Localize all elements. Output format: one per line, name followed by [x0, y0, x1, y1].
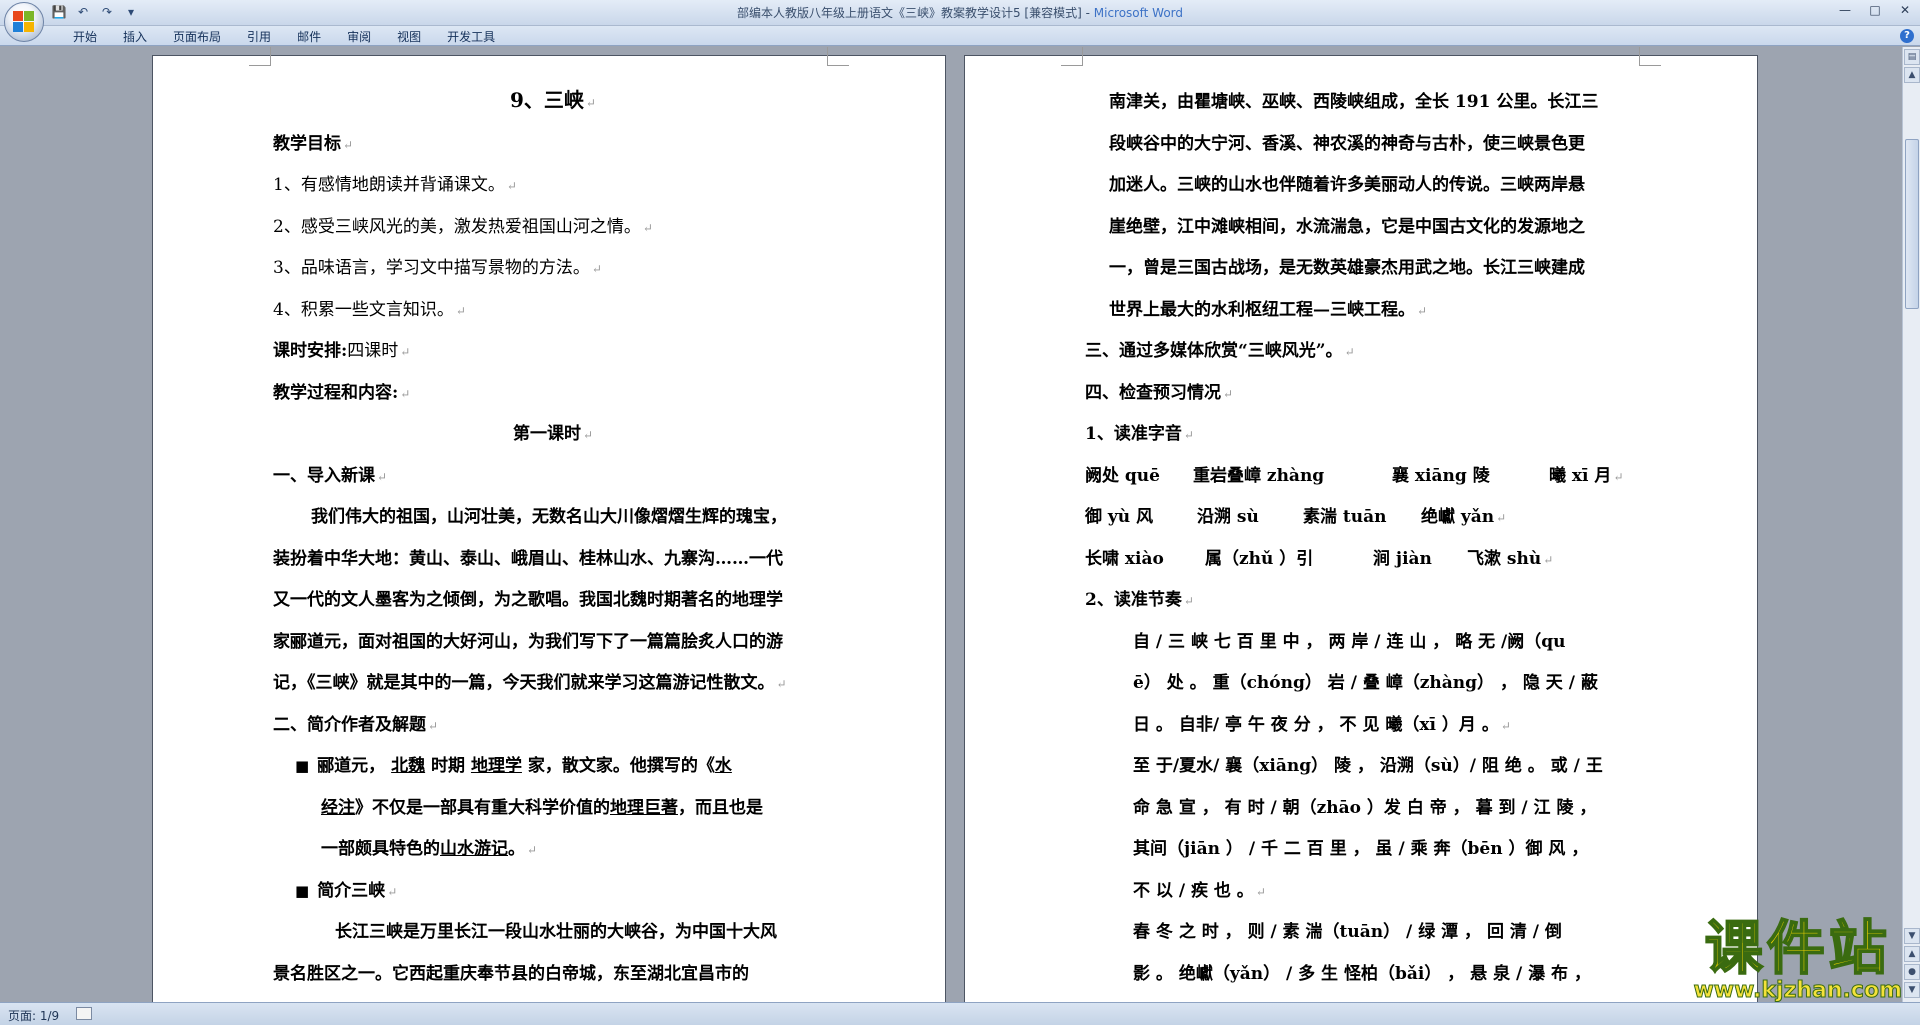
section-heading: 三、通过多媒体欣赏“三峡风光”。 ↵ [1085, 341, 1355, 361]
rhythm-line: 命 急 宣 ， 有 时 / 朝（zhāo ）发 白 帝 ， 暮 到 / 江 陵 … [1133, 798, 1597, 818]
tab-home[interactable]: 开始 [60, 29, 110, 45]
rhythm-line: 不 以 / 疾 也 。 ↵ [1133, 881, 1266, 901]
watermark-logo: 课件站 www.kjzhan.com [1693, 914, 1903, 1003]
paragraph-line: 我们伟大的祖国，山河壮美，无数名山大川像熠熠生辉的瑰宝， [311, 507, 787, 527]
title-bar: 💾 ↶ ↷ ▾ 部编本人教版八年级上册语文《三峡》教案教学设计5 [兼容模式] … [0, 0, 1920, 26]
paragraph-line: 一，曾是三国古战场，是无数英雄豪杰用武之地。长江三峡建成 [1109, 258, 1585, 278]
scroll-down-icon[interactable]: ▼ [1904, 928, 1920, 944]
crop-mark [1639, 47, 1661, 66]
paragraph-line: 段峡谷中的大宁河、香溪、神农溪的神奇与古朴，使三峡景色更 [1109, 134, 1585, 154]
lesson-heading: 第一课时 ↵ [512, 424, 594, 444]
status-bar: 页面: 1/9 [0, 1002, 1920, 1025]
previous-page-icon[interactable]: ▲ [1904, 946, 1920, 962]
paragraph-line: 景名胜区之一。它西起重庆奉节县的白帝城，东至湖北宜昌市的 [273, 964, 749, 984]
rhythm-line: 日 。 自非/ 亭 午 夜 分 ， 不 见 曦（xī ）月 。 ↵ [1133, 715, 1511, 735]
tab-mailings[interactable]: 邮件 [284, 29, 334, 45]
pronunciation-item: 襄 xiāng 陵 [1392, 466, 1490, 486]
document-title: 部编本人教版八年级上册语文《三峡》教案教学设计5 [兼容模式] [736, 6, 1082, 20]
goal-item: 2、感受三峡风光的美，激发热爱祖国山河之情。 ↵ [273, 217, 653, 237]
section-heading: 一、导入新课 ↵ [273, 466, 388, 486]
tab-review[interactable]: 审阅 [334, 29, 384, 45]
pronunciation-item: 曦 xī 月 ↵ [1549, 466, 1624, 486]
page-1[interactable]: 9、三峡 ↵ 教学目标 ↵ 1、有感情地朗读并背诵课文。 ↵ 2、感受三峡风光的美，激… [152, 47, 946, 1002]
title-separator: - [1081, 6, 1094, 20]
paragraph-line: 加迷人。三峡的山水也伴随着许多美丽动人的传说。三峡两岸悬 [1109, 175, 1585, 195]
pronunciation-item: 重岩叠嶂 zhàng [1193, 466, 1325, 486]
goal-item: 3、品味语言，学习文中描写景物的方法。 ↵ [273, 258, 602, 278]
close-icon[interactable]: ✕ [1890, 0, 1920, 20]
goal-item: 1、有感情地朗读并背诵课文。 ↵ [273, 175, 517, 195]
watermark-title: 课件站 [1704, 914, 1891, 982]
vertical-scrollbar[interactable]: ▤ ▲ ▼ ▲ ● ▼ [1902, 47, 1920, 1002]
bullet-icon: ■ [295, 757, 310, 775]
document-workspace: 9、三峡 ↵ 教学目标 ↵ 1、有感情地朗读并背诵课文。 ↵ 2、感受三峡风光的美，激… [0, 47, 1902, 1002]
paragraph-line: 记，《三峡》就是其中的一篇，今天我们就来学习这篇游记性散文。 ↵ [273, 673, 787, 693]
goals-heading: 教学目标 ↵ [273, 134, 354, 154]
pronunciation-item: 属（zhǔ ）引 [1205, 549, 1314, 569]
pronunciation-item: 绝巘 yǎn ↵ [1421, 507, 1507, 527]
tab-references[interactable]: 引用 [234, 29, 284, 45]
page-number-indicator[interactable]: 页面: 1/9 [8, 1007, 59, 1024]
office-logo-icon [13, 11, 35, 33]
subsection-heading: 1、读准字音 ↵ [1085, 424, 1194, 444]
minimize-icon[interactable]: — [1830, 0, 1860, 20]
crop-mark [827, 47, 849, 66]
crop-mark [249, 47, 271, 66]
macro-record-icon[interactable] [76, 1007, 92, 1020]
browse-object-icon[interactable]: ● [1904, 964, 1920, 980]
section-heading: 二、简介作者及解题 ↵ [273, 715, 439, 735]
app-name: Microsoft Word [1093, 6, 1184, 20]
bullet-icon: ■ [295, 882, 310, 900]
schedule-line: 课时安排:四课时 ↵ [273, 341, 411, 361]
rhythm-line: ē） 处 。 重（chóng） 岩 / 叠 嶂（zhàng） ， 隐 天 / 蔽 [1133, 673, 1598, 693]
ribbon-tabs: 开始 插入 页面布局 引用 邮件 审阅 视图 开发工具 [60, 29, 508, 45]
crop-mark [1061, 47, 1083, 66]
tab-developer[interactable]: 开发工具 [434, 29, 508, 45]
rhythm-line: 影 。 绝巘（yǎn） / 多 生 怪柏（bǎi） ， 悬 泉 / 瀑 布 ， [1133, 964, 1591, 984]
window-controls: — □ ✕ [1830, 0, 1920, 20]
watermark-url: www.kjzhan.com [1693, 978, 1903, 1003]
tab-insert[interactable]: 插入 [110, 29, 160, 45]
tab-view[interactable]: 视图 [384, 29, 434, 45]
next-page-icon[interactable]: ▼ [1904, 982, 1920, 998]
rhythm-line: 自 / 三 峡 七 百 里 中 ， 两 岸 / 连 山 ， 略 无 /阙（qu [1133, 632, 1566, 652]
ribbon: 开始 插入 页面布局 引用 邮件 审阅 视图 开发工具 ? [0, 26, 1920, 46]
paragraph-line: 经注》不仅是一部具有重大科学价值的地理巨著，而且也是 [321, 798, 763, 818]
page-2[interactable]: 南津关，由瞿塘峡、巫峡、西陵峡组成，全长 191 公里。长江三 段峡谷中的大宁河… [964, 47, 1758, 1002]
section-heading: 四、检查预习情况 ↵ [1085, 383, 1234, 403]
paragraph-line: 南津关，由瞿塘峡、巫峡、西陵峡组成，全长 191 公里。长江三 [1109, 92, 1599, 112]
paragraph-line: 又一代的文人墨客为之倾倒，为之歌唱。我国北魏时期著名的地理学 [273, 590, 783, 610]
pronunciation-item: 御 yù 风 [1085, 507, 1154, 527]
scrollbar-thumb[interactable] [1905, 139, 1919, 309]
bullet-author: ■ 郦道元， 北魏 时期 地理学 家，散文家。他撰写的《水 [295, 756, 732, 776]
window-title: 部编本人教版八年级上册语文《三峡》教案教学设计5 [兼容模式] - Micros… [0, 4, 1920, 21]
process-heading: 教学过程和内容: ↵ [273, 383, 411, 403]
rhythm-line: 其间（jiān ） / 千 二 百 里 ， 虽 / 乘 奔（bēn ）御 风 ， [1133, 839, 1589, 859]
ruler-toggle-icon[interactable]: ▤ [1904, 49, 1920, 65]
pronunciation-item: 涧 jiàn [1373, 549, 1432, 569]
scroll-up-icon[interactable]: ▲ [1904, 67, 1920, 83]
office-button[interactable] [4, 2, 44, 42]
goal-item: 4、积累一些文言知识。 ↵ [273, 300, 466, 320]
paragraph-line: 崖绝壁，江中滩峡相间，水流湍急，它是中国古文化的发源地之 [1109, 217, 1585, 237]
paragraph-line: 长江三峡是万里长江一段山水壮丽的大峡谷，为中国十大风 [335, 922, 777, 942]
pronunciation-item: 素湍 tuān [1303, 507, 1387, 527]
pronunciation-item: 长啸 xiào [1085, 549, 1164, 569]
paragraph-line: 一部颇具特色的山水游记。 ↵ [321, 839, 538, 859]
maximize-icon[interactable]: □ [1860, 0, 1890, 20]
bullet-intro: ■ 简介三峡 ↵ [295, 881, 398, 901]
paragraph-line: 家郦道元，面对祖国的大好河山，为我们写下了一篇篇脍炙人口的游 [273, 632, 783, 652]
rhythm-line: 至 于/夏水/ 襄（xiāng） 陵 ， 沿溯（sù）/ 阻 绝 。 或 / 王 [1133, 756, 1603, 776]
paragraph-line: 世界上最大的水利枢纽工程—三峡工程。 ↵ [1109, 300, 1428, 320]
paragraph-line: 装扮着中华大地：黄山、泰山、峨眉山、桂林山水、九寨沟……一代 [273, 549, 783, 569]
pronunciation-item: 飞漱 shù ↵ [1467, 549, 1554, 569]
pronunciation-item: 阙处 quē [1085, 466, 1160, 486]
subsection-heading: 2、读准节奏 ↵ [1085, 590, 1194, 610]
help-icon[interactable]: ? [1900, 29, 1914, 43]
document-title-heading: 9、三峡 ↵ [510, 88, 596, 112]
pronunciation-item: 沿溯 sù [1197, 507, 1259, 527]
tab-page-layout[interactable]: 页面布局 [160, 29, 234, 45]
rhythm-line: 春 冬 之 时 ， 则 / 素 湍（tuān） / 绿 潭 ， 回 清 / 倒 [1133, 922, 1562, 942]
